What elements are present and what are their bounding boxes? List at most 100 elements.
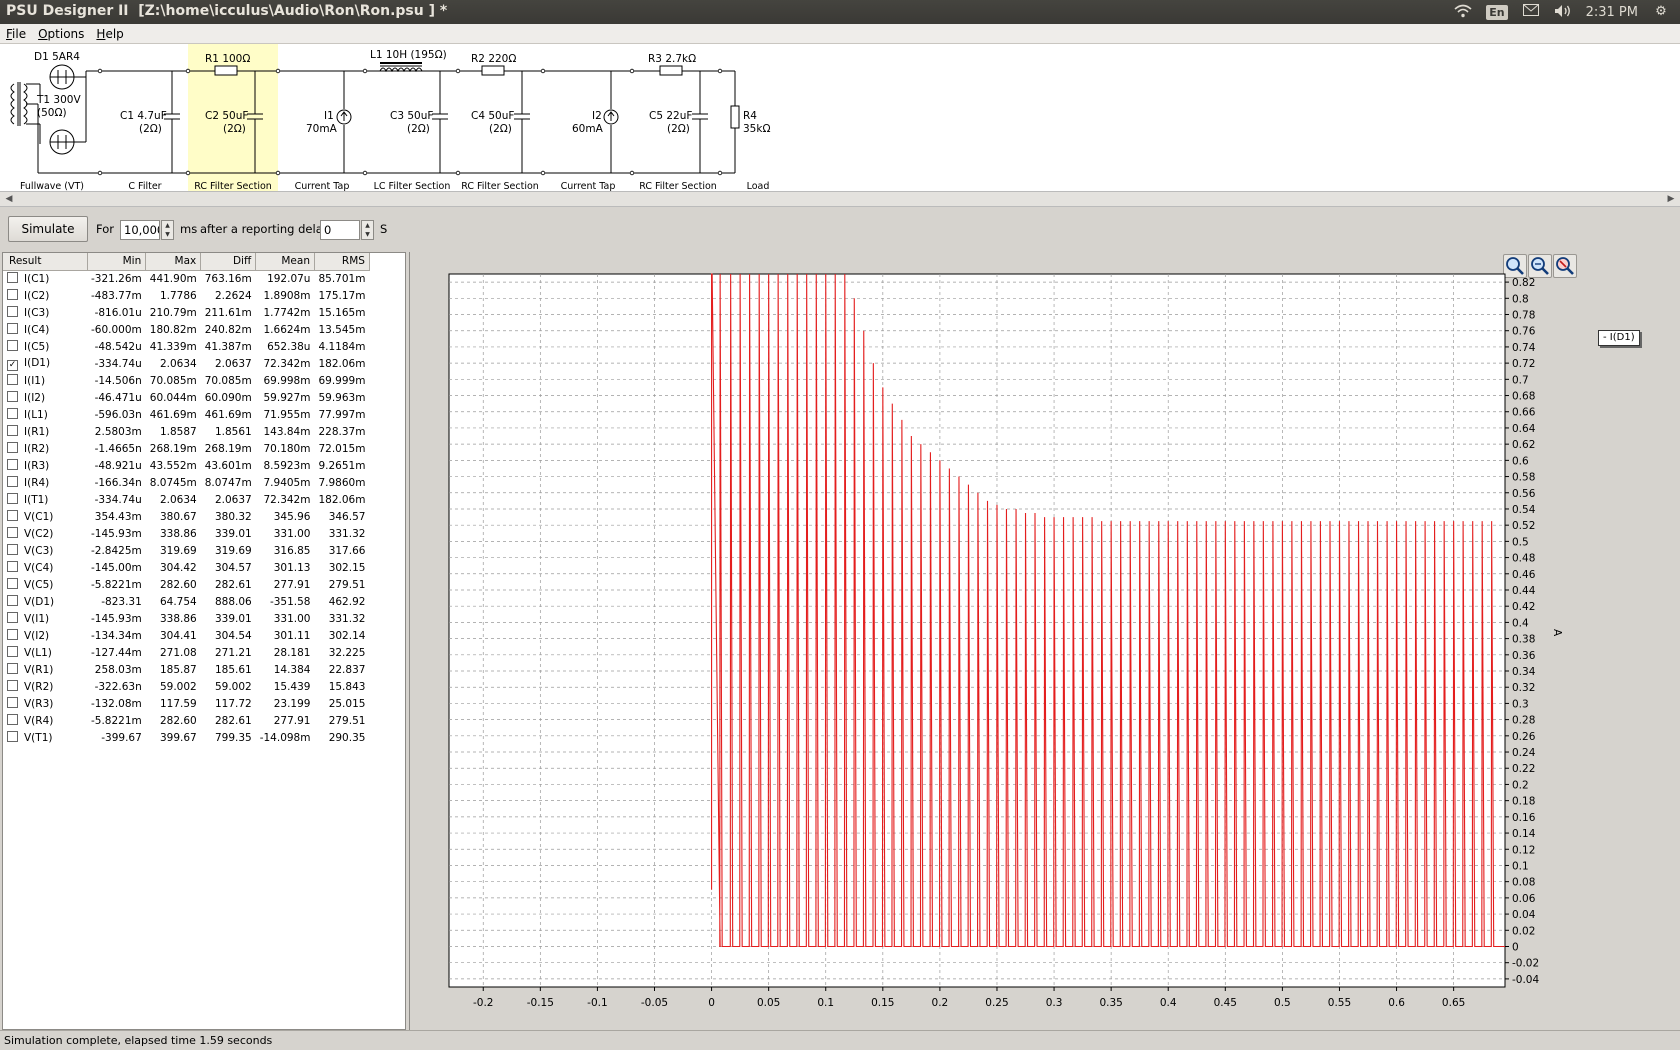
result-checkbox[interactable] [7,527,18,538]
result-checkbox[interactable] [7,476,18,487]
result-name-cell[interactable]: V(L1) [3,644,87,661]
mail-icon[interactable] [1522,4,1540,20]
result-name-cell[interactable]: V(I1) [3,610,87,627]
duration-input[interactable] [120,220,160,240]
result-name-cell[interactable]: I(R1) [3,423,87,440]
volume-icon[interactable] [1554,4,1572,20]
result-checkbox[interactable] [7,646,18,657]
table-row[interactable]: I(R3) -48.921u 43.552m 43.601m 8.5923m 9.2651… [3,457,369,474]
schematic-canvas[interactable]: D1 5AR4 T1 300V (50Ω) C1 4.7uF (2Ω) R1 1… [0,44,1680,194]
table-row[interactable]: V(R4) -5.8221m 282.60 282.61 277.91 279.51 [3,712,369,729]
wifi-icon[interactable] [1454,4,1472,20]
result-name-cell[interactable]: V(C2) [3,525,87,542]
table-row[interactable]: I(C2) -483.77m 1.7786 2.2624 1.8908m 175.17m [3,287,369,304]
col-header-rms[interactable]: RMS [314,253,370,271]
scroll-left-icon[interactable]: ◀ [2,193,16,206]
table-row[interactable]: V(R2) -322.63n 59.002 59.002 15.439 15.843 [3,678,369,695]
col-header-mean[interactable]: Mean [255,253,315,271]
result-name-cell[interactable]: I(C3) [3,304,87,321]
menu-help[interactable]: Help [96,27,123,41]
gear-icon[interactable]: ⚙ [1652,4,1670,20]
table-row[interactable]: I(L1) -596.03n 461.69m 461.69m 71.955m 77.997… [3,406,369,423]
menu-options[interactable]: Options [38,27,84,41]
delay-stepper[interactable]: ▲ ▼ [361,220,374,240]
col-header-result[interactable]: Result [3,253,88,271]
result-name-cell[interactable]: I(I1) [3,372,87,389]
result-checkbox[interactable] [7,663,18,674]
result-checkbox[interactable] [7,323,18,334]
result-name-cell[interactable]: V(R2) [3,678,87,695]
result-name-cell[interactable]: V(C1) [3,508,87,525]
table-row[interactable]: I(C1) -321.26m 441.90m 763.16m 192.07u 85.701… [3,270,369,287]
table-row[interactable]: V(R1) 258.03m 185.87 185.61 14.384 22.837 [3,661,369,678]
result-checkbox[interactable] [7,442,18,453]
result-name-cell[interactable]: V(C4) [3,559,87,576]
table-row[interactable]: I(I2) -46.471u 60.044m 60.090m 59.927m 59.963… [3,389,369,406]
result-checkbox[interactable] [7,578,18,589]
table-row[interactable]: V(C1) 354.43m 380.67 380.32 345.96 346.57 [3,508,369,525]
schematic-scrollbar[interactable]: ◀ ▶ [0,191,1680,207]
result-checkbox[interactable] [7,493,18,504]
result-checkbox[interactable] [7,680,18,691]
table-row[interactable]: V(T1) -399.67 399.67 799.35 -14.098m 290.35 [3,729,369,746]
result-name-cell[interactable]: V(T1) [3,729,87,746]
simulate-button[interactable]: Simulate [8,216,88,242]
result-checkbox[interactable] [7,629,18,640]
result-name-cell[interactable]: V(I2) [3,627,87,644]
table-row[interactable]: I(T1) -334.74u 2.0634 2.0637 72.342m 182.06m [3,491,369,508]
table-row[interactable]: I(I1) -14.506n 70.085m 70.085m 69.998m 69.999… [3,372,369,389]
result-checkbox[interactable] [7,374,18,385]
col-header-diff[interactable]: Diff [200,253,257,271]
result-name-cell[interactable]: I(T1) [3,491,87,508]
result-name-cell[interactable]: I(C5) [3,338,87,355]
table-row[interactable]: V(C4) -145.00m 304.42 304.57 301.13 302.15 [3,559,369,576]
clock[interactable]: 2:31 PM [1586,5,1638,20]
result-name-cell[interactable]: I(L1) [3,406,87,423]
result-name-cell[interactable]: ✓ I(D1) [3,355,87,372]
result-checkbox[interactable] [7,612,18,623]
result-checkbox[interactable] [7,544,18,555]
table-row[interactable]: V(I1) -145.93m 338.86 339.01 331.00 331.32 [3,610,369,627]
result-checkbox[interactable] [7,731,18,742]
table-row[interactable]: I(C3) -816.01u 210.79m 211.61m 1.7742m 15.165… [3,304,369,321]
result-name-cell[interactable]: I(C2) [3,287,87,304]
table-row[interactable]: ✓ I(D1) -334.74u 2.0634 2.0637 72.342m 182.06m [3,355,369,372]
result-checkbox[interactable] [7,425,18,436]
menu-file[interactable]: File [6,27,26,41]
result-name-cell[interactable]: I(I2) [3,389,87,406]
scroll-right-icon[interactable]: ▶ [1664,193,1678,206]
table-row[interactable]: I(R4) -166.34n 8.0745m 8.0747m 7.9405m 7.9860… [3,474,369,491]
delay-input[interactable] [320,220,360,240]
result-name-cell[interactable]: V(R1) [3,661,87,678]
result-name-cell[interactable]: I(R3) [3,457,87,474]
table-row[interactable]: V(L1) -127.44m 271.08 271.21 28.181 32.225 [3,644,369,661]
result-name-cell[interactable]: V(R3) [3,695,87,712]
result-name-cell[interactable]: V(R4) [3,712,87,729]
chart-legend[interactable]: - I(D1) [1598,330,1640,346]
result-checkbox[interactable] [7,340,18,351]
col-header-min[interactable]: Min [87,253,147,271]
result-checkbox[interactable] [7,272,18,284]
result-name-cell[interactable]: V(C3) [3,542,87,559]
duration-stepper[interactable]: ▲ ▼ [161,220,174,240]
result-checkbox[interactable] [7,459,18,470]
plot-area[interactable] [448,273,1506,988]
result-name-cell[interactable]: I(C1) [3,270,87,287]
result-checkbox[interactable] [7,408,18,419]
result-name-cell[interactable]: I(R2) [3,440,87,457]
result-checkbox[interactable] [7,561,18,572]
table-row[interactable]: V(R3) -132.08m 117.59 117.72 23.199 25.015 [3,695,369,712]
table-row[interactable]: I(R2) -1.4665n 268.19m 268.19m 70.180m 72.015… [3,440,369,457]
result-checkbox[interactable] [7,306,18,317]
result-checkbox[interactable] [7,697,18,708]
table-row[interactable]: V(D1) -823.31 64.754 888.06 -351.58 462.92 [3,593,369,610]
col-header-max[interactable]: Max [145,253,202,271]
result-checkbox[interactable] [7,510,18,521]
keyboard-layout-icon[interactable]: En [1486,4,1508,20]
table-row[interactable]: V(C3) -2.8425m 319.69 319.69 316.85 317.66 [3,542,369,559]
table-row[interactable]: V(C5) -5.8221m 282.60 282.61 277.91 279.51 [3,576,369,593]
table-row[interactable]: I(R1) 2.5803m 1.8587 1.8561 143.84m 228.37m [3,423,369,440]
result-checkbox[interactable] [7,595,18,606]
results-table[interactable]: Result Min Max Diff Mean RMS I(C1) -321.2… [2,252,406,1030]
table-row[interactable]: V(I2) -134.34m 304.41 304.54 301.11 302.14 [3,627,369,644]
